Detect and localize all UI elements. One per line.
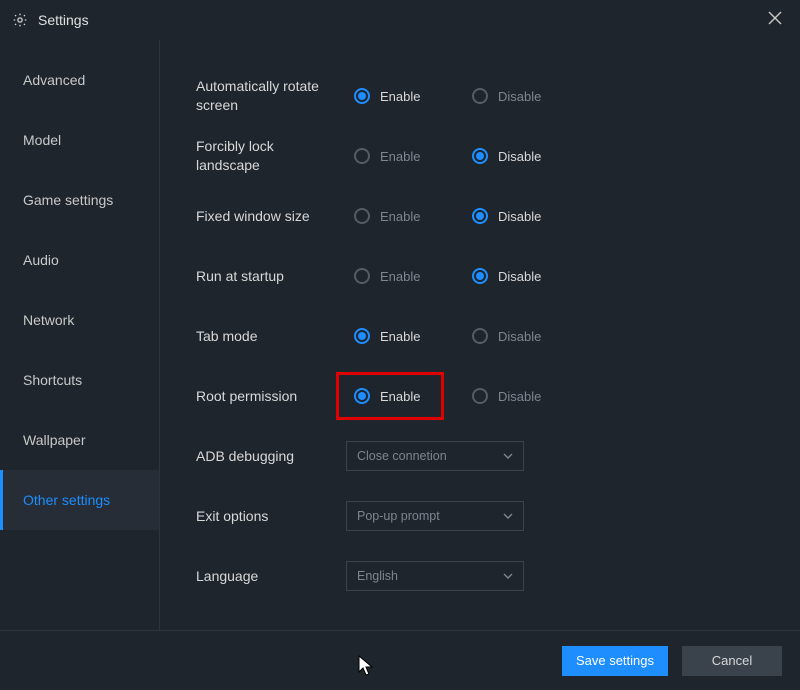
radio-circle-icon	[354, 388, 370, 404]
setting-label: Run at startup	[196, 267, 346, 286]
setting-options: Enable Disable	[346, 376, 582, 416]
radio-circle-icon	[354, 328, 370, 344]
radio-circle-icon	[354, 88, 370, 104]
sidebar-item-shortcuts[interactable]: Shortcuts	[0, 350, 159, 410]
window-title: Settings	[38, 12, 89, 28]
setting-row-forcibly_lock: Forcibly lock landscape Enable Disable	[196, 126, 780, 186]
radio-auto_rotate-disable[interactable]: Disable	[464, 76, 582, 116]
sidebar-item-label: Game settings	[23, 192, 113, 208]
footer: Save settings Cancel	[0, 630, 800, 690]
radio-circle-icon	[472, 268, 488, 284]
radio-tab_mode-disable[interactable]: Disable	[464, 316, 582, 356]
setting-options: Enable Disable	[346, 316, 582, 356]
sidebar-item-label: Shortcuts	[23, 372, 82, 388]
sidebar-item-network[interactable]: Network	[0, 290, 159, 350]
close-icon[interactable]	[762, 7, 788, 34]
setting-row-root_permission: Root permission Enable Disable	[196, 366, 780, 426]
select-language[interactable]: English	[346, 561, 524, 591]
radio-label: Enable	[380, 89, 420, 104]
radio-forcibly_lock-disable[interactable]: Disable	[464, 136, 582, 176]
setting-label: Tab mode	[196, 327, 346, 346]
sidebar-item-label: Model	[23, 132, 61, 148]
setting-label: Forcibly lock landscape	[196, 137, 346, 175]
select-value: Pop-up prompt	[357, 509, 440, 523]
sidebar-item-model[interactable]: Model	[0, 110, 159, 170]
cancel-button[interactable]: Cancel	[682, 646, 782, 676]
setting-row-exit_options: Exit options Pop-up prompt	[196, 486, 780, 546]
sidebar-item-other-settings[interactable]: Other settings	[0, 470, 159, 530]
titlebar: Settings	[0, 0, 800, 40]
sidebar-item-game-settings[interactable]: Game settings	[0, 170, 159, 230]
setting-row-tab_mode: Tab mode Enable Disable	[196, 306, 780, 366]
setting-options: Enable Disable	[346, 76, 582, 116]
setting-label: Language	[196, 567, 346, 586]
radio-circle-icon	[354, 208, 370, 224]
radio-label: Enable	[380, 329, 420, 344]
select-value: Close connetion	[357, 449, 447, 463]
gear-icon	[12, 12, 28, 28]
select-value: English	[357, 569, 398, 583]
setting-row-run_startup: Run at startup Enable Disable	[196, 246, 780, 306]
radio-label: Disable	[498, 149, 541, 164]
chevron-down-icon	[503, 510, 513, 522]
radio-auto_rotate-enable[interactable]: Enable	[346, 76, 464, 116]
radio-label: Enable	[380, 149, 420, 164]
save-button[interactable]: Save settings	[562, 646, 668, 676]
radio-circle-icon	[472, 148, 488, 164]
radio-label: Disable	[498, 389, 541, 404]
select-adb_debugging[interactable]: Close connetion	[346, 441, 524, 471]
setting-label: Fixed window size	[196, 207, 346, 226]
radio-circle-icon	[472, 88, 488, 104]
radio-circle-icon	[354, 148, 370, 164]
chevron-down-icon	[503, 570, 513, 582]
setting-label: Root permission	[196, 387, 346, 406]
radio-circle-icon	[472, 208, 488, 224]
sidebar-item-audio[interactable]: Audio	[0, 230, 159, 290]
setting-label: Exit options	[196, 507, 346, 526]
radio-root_permission-enable[interactable]: Enable	[346, 376, 464, 416]
setting-options: Enable Disable	[346, 196, 582, 236]
radio-circle-icon	[472, 328, 488, 344]
radio-label: Disable	[498, 269, 541, 284]
radio-fixed_window-enable[interactable]: Enable	[346, 196, 464, 236]
radio-label: Enable	[380, 389, 420, 404]
radio-root_permission-disable[interactable]: Disable	[464, 376, 582, 416]
setting-row-adb_debugging: ADB debugging Close connetion	[196, 426, 780, 486]
sidebar-item-wallpaper[interactable]: Wallpaper	[0, 410, 159, 470]
radio-label: Enable	[380, 269, 420, 284]
select-exit_options[interactable]: Pop-up prompt	[346, 501, 524, 531]
sidebar-item-label: Network	[23, 312, 74, 328]
radio-circle-icon	[472, 388, 488, 404]
sidebar-item-label: Wallpaper	[23, 432, 86, 448]
setting-row-language: Language English	[196, 546, 780, 606]
sidebar-item-label: Audio	[23, 252, 59, 268]
setting-row-auto_rotate: Automatically rotate screen Enable Disable	[196, 66, 780, 126]
radio-run_startup-enable[interactable]: Enable	[346, 256, 464, 296]
sidebar: Advanced Model Game settings Audio Network Sh…	[0, 40, 160, 630]
setting-label: Automatically rotate screen	[196, 77, 346, 115]
setting-row-fixed_window: Fixed window size Enable Disable	[196, 186, 780, 246]
radio-forcibly_lock-enable[interactable]: Enable	[346, 136, 464, 176]
sidebar-item-label: Other settings	[23, 492, 110, 508]
radio-run_startup-disable[interactable]: Disable	[464, 256, 582, 296]
chevron-down-icon	[503, 450, 513, 462]
radio-label: Enable	[380, 209, 420, 224]
radio-label: Disable	[498, 329, 541, 344]
content-panel: Automatically rotate screen Enable Disable…	[160, 40, 800, 630]
setting-options: Enable Disable	[346, 136, 582, 176]
setting-options: Enable Disable	[346, 256, 582, 296]
radio-tab_mode-enable[interactable]: Enable	[346, 316, 464, 356]
radio-label: Disable	[498, 209, 541, 224]
radio-circle-icon	[354, 268, 370, 284]
radio-fixed_window-disable[interactable]: Disable	[464, 196, 582, 236]
setting-label: ADB debugging	[196, 447, 346, 466]
radio-label: Disable	[498, 89, 541, 104]
sidebar-item-label: Advanced	[23, 72, 85, 88]
sidebar-item-advanced[interactable]: Advanced	[0, 50, 159, 110]
